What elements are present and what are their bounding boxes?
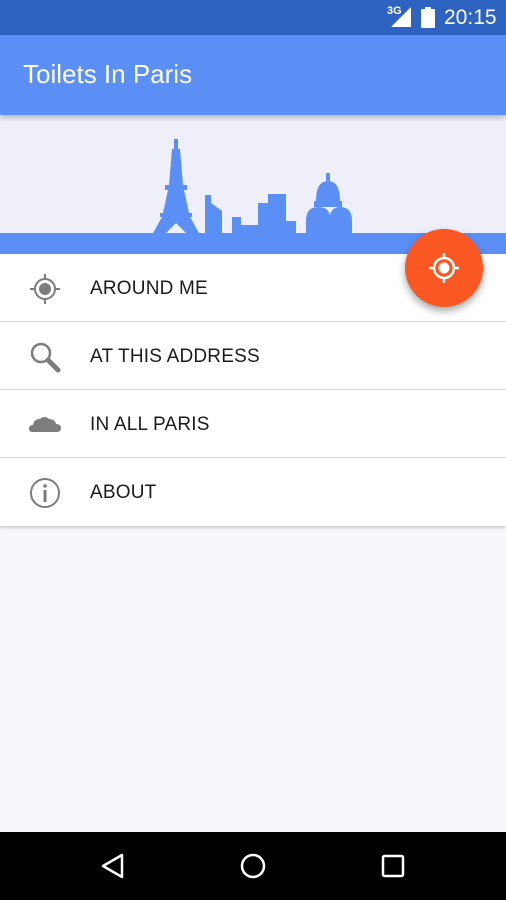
recents-icon[interactable] xyxy=(375,848,411,884)
battery-icon xyxy=(421,7,435,28)
locate-me-fab[interactable] xyxy=(405,229,483,307)
back-icon[interactable] xyxy=(95,848,131,884)
system-nav-bar xyxy=(0,832,506,900)
menu-item-label: AROUND ME xyxy=(90,278,208,299)
menu-item-label: AT THIS ADDRESS xyxy=(90,346,260,367)
app-title: Toilets In Paris xyxy=(23,59,193,89)
location-target-icon xyxy=(30,274,60,304)
home-icon[interactable] xyxy=(235,848,271,884)
menu-item-about[interactable]: ABOUT xyxy=(0,458,506,526)
signal-icon xyxy=(391,7,411,27)
cloud-icon xyxy=(29,417,61,432)
my-location-icon xyxy=(429,253,459,283)
app-bar: Toilets In Paris xyxy=(0,35,506,115)
menu-item-in-all-paris[interactable]: IN ALL PARIS xyxy=(0,390,506,458)
menu-item-label: IN ALL PARIS xyxy=(90,414,210,435)
info-icon xyxy=(30,478,60,508)
clock: 20:15 xyxy=(444,6,497,29)
search-icon xyxy=(30,342,61,373)
status-bar: 3G 20:15 xyxy=(0,0,506,35)
menu-item-label: ABOUT xyxy=(90,482,157,503)
menu-item-at-this-address[interactable]: AT THIS ADDRESS xyxy=(0,322,506,390)
